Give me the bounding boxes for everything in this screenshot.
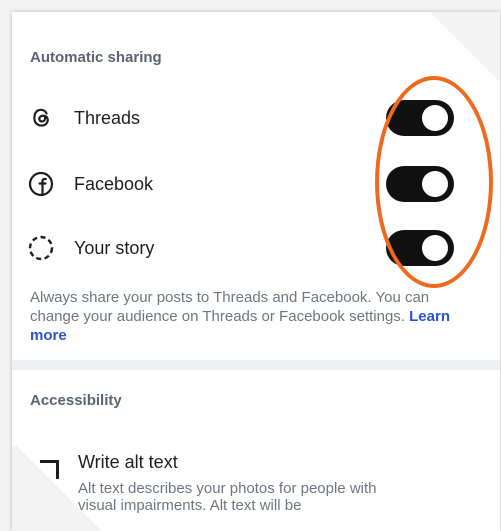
facebook-icon [28, 171, 54, 197]
your-story-label: Your story [74, 237, 155, 258]
toggle-knob [422, 171, 448, 197]
row-threads[interactable]: Threads [28, 98, 480, 138]
your-story-toggle[interactable] [386, 230, 454, 266]
facebook-label: Facebook [74, 173, 154, 194]
threads-toggle[interactable] [386, 100, 454, 136]
section-title-accessibility: Accessibility [30, 392, 122, 409]
alt-text-description: Alt text describes your photos for peopl… [78, 480, 377, 514]
page-fold-corner [430, 12, 500, 82]
toggle-knob [422, 235, 448, 261]
page-fold-corner [12, 446, 107, 531]
sharing-description: Always share your posts to Threads and F… [30, 288, 450, 345]
facebook-toggle[interactable] [386, 166, 454, 202]
sharing-description-text: Always share your posts to Threads and F… [30, 289, 430, 325]
settings-card: Automatic sharing Threads Facebook Your … [12, 12, 500, 531]
toggle-knob [422, 105, 448, 131]
section-title-automatic-sharing: Automatic sharing [30, 49, 162, 66]
threads-icon [28, 105, 54, 131]
section-divider [12, 360, 500, 370]
story-icon [28, 235, 54, 261]
row-facebook[interactable]: Facebook [28, 164, 480, 204]
row-your-story[interactable]: Your story [28, 228, 480, 268]
threads-label: Threads [74, 107, 141, 128]
